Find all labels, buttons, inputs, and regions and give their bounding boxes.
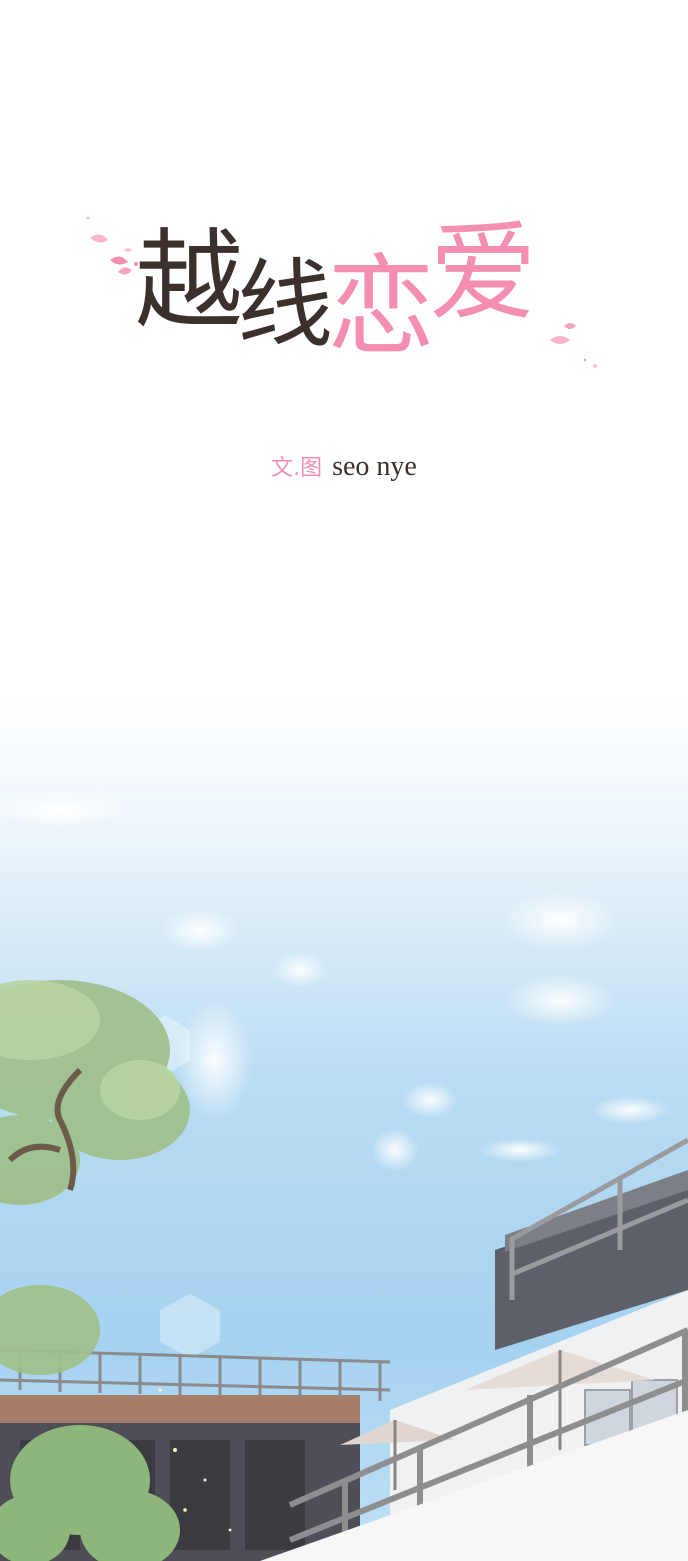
title-char-4: 爱 <box>429 211 537 336</box>
webtoon-panel: 越线恋爱 文.图 seo nye <box>0 0 688 1561</box>
series-title: 越线恋爱 <box>135 220 537 362</box>
title-char-1: 越 <box>135 219 243 344</box>
credit-label: 文.图 <box>271 456 323 481</box>
series-title-logo: 越线恋爱 <box>80 200 620 410</box>
author-credit: 文.图 seo nye <box>0 450 688 483</box>
author-name: seo nye <box>332 451 417 482</box>
title-char-2: 线 <box>237 249 333 361</box>
title-char-3: 恋 <box>327 245 435 370</box>
sky-building-tree-scene <box>0 690 688 1561</box>
